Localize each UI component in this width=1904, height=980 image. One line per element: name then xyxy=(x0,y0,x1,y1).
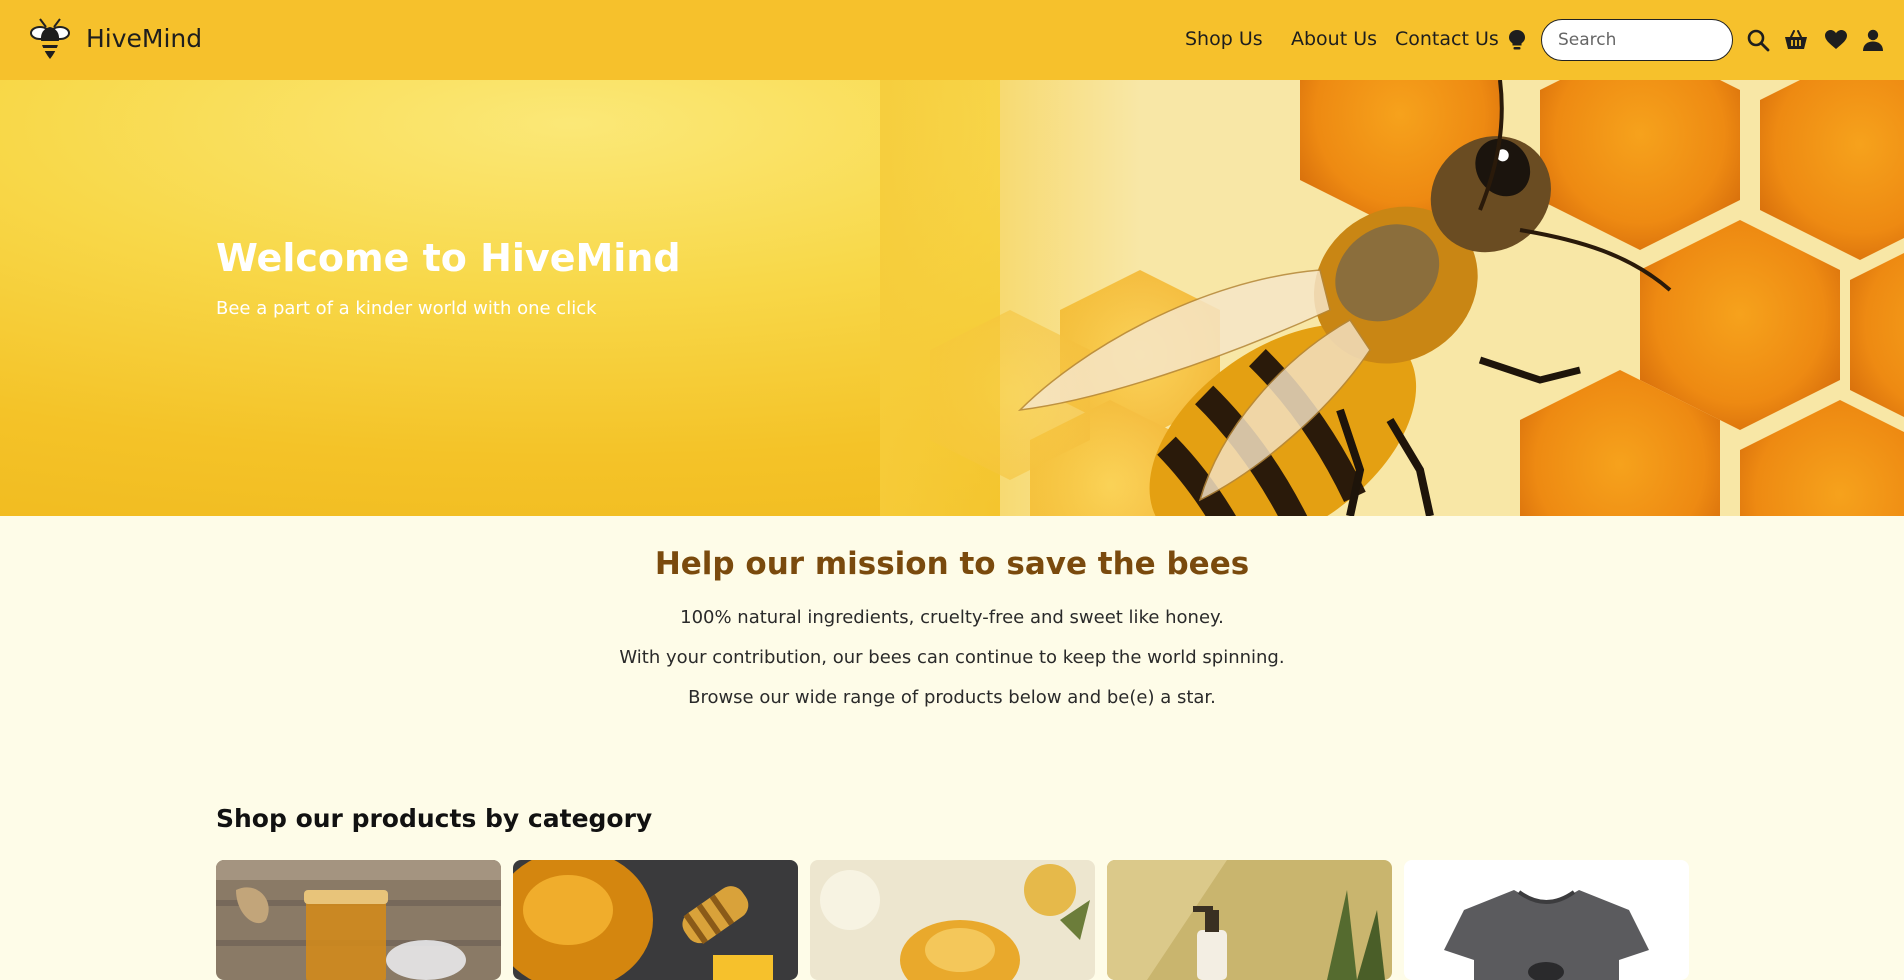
mission-title: Help our mission to save the bees xyxy=(654,546,1250,582)
user-icon[interactable] xyxy=(1861,28,1885,52)
category-card-honey-dipper[interactable] xyxy=(513,860,798,980)
mission-line-2: With your contribution, our bees can con… xyxy=(619,647,1285,668)
category-card-apparel[interactable] xyxy=(1404,860,1689,980)
category-card-honey-jar[interactable] xyxy=(216,860,501,980)
basket-icon[interactable] xyxy=(1784,28,1808,52)
search-input[interactable] xyxy=(1541,19,1733,61)
hero-title: Welcome to HiveMind xyxy=(216,236,681,280)
nav-about-us[interactable]: About Us xyxy=(1291,28,1377,50)
nav-shop-us[interactable]: Shop Us xyxy=(1185,28,1263,50)
category-card-cosmetics[interactable] xyxy=(1107,860,1392,980)
top-navbar: HiveMind Shop Us About Us Contact Us xyxy=(0,0,1904,80)
bee-logo-icon[interactable] xyxy=(26,17,74,63)
brand-name[interactable]: HiveMind xyxy=(86,24,202,53)
nav-contact-us[interactable]: Contact Us xyxy=(1395,28,1499,50)
heart-icon[interactable] xyxy=(1824,28,1848,52)
lightbulb-icon[interactable] xyxy=(1508,29,1526,51)
category-card-flowers[interactable] xyxy=(810,860,1095,980)
mission-line-3: Browse our wide range of products below … xyxy=(688,687,1216,708)
category-heading: Shop our products by category xyxy=(216,804,653,833)
hero-subtitle: Bee a part of a kinder world with one cl… xyxy=(216,298,597,319)
mission-line-1: 100% natural ingredients, cruelty-free a… xyxy=(680,607,1224,628)
hero-banner: Welcome to HiveMind Bee a part of a kind… xyxy=(0,80,1904,516)
search-icon[interactable] xyxy=(1746,28,1770,52)
